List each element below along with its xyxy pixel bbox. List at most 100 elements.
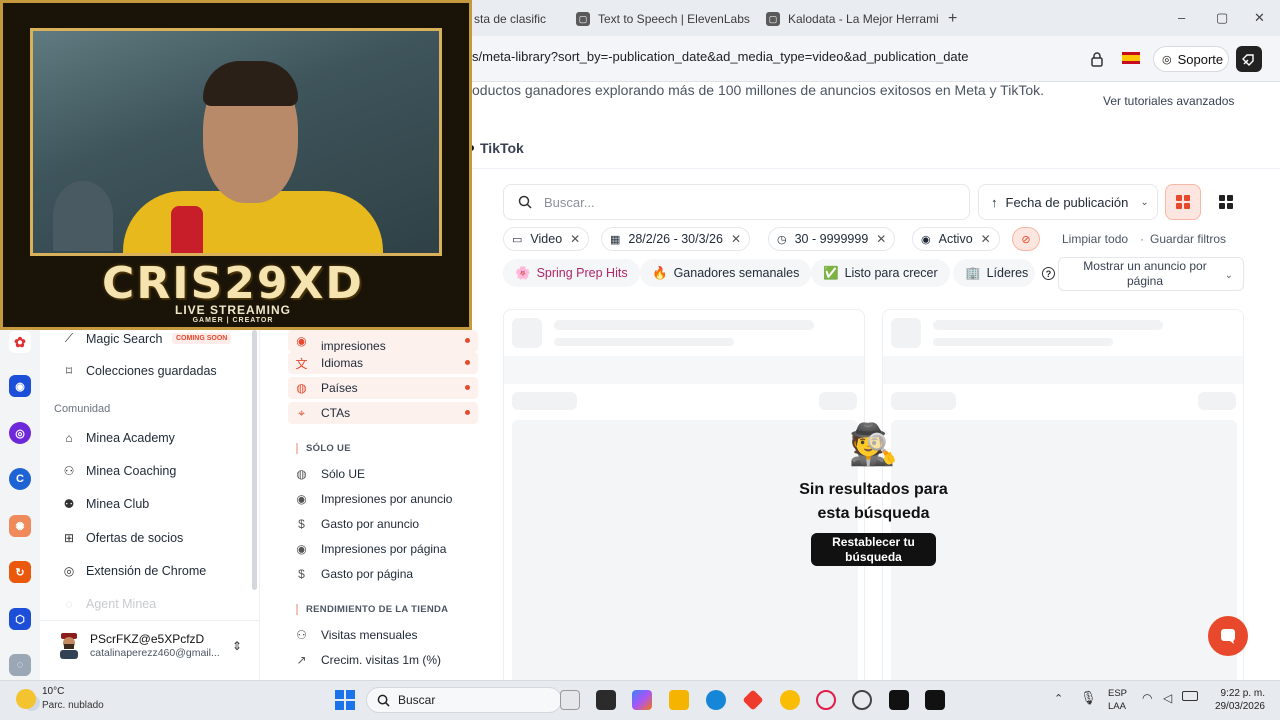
chrome-taskbar-icon[interactable]	[780, 690, 800, 710]
close-icon[interactable]: ✕	[570, 232, 580, 246]
app-icon-eye[interactable]: ◉	[9, 375, 31, 397]
rocket-app-icon[interactable]	[925, 690, 945, 710]
sidebar-item-magic-search[interactable]: ⟋ Magic Search	[62, 331, 163, 346]
close-icon[interactable]: ✕	[876, 232, 886, 246]
sidebar-item-agent[interactable]: ◌ Agent Minea	[62, 597, 156, 611]
sort-dropdown[interactable]: ↑ Fecha de publicación ⌄	[978, 184, 1158, 220]
help-icon[interactable]: ?	[1042, 267, 1055, 280]
browser-tab-kalodata[interactable]: ▢ Kalodata - La Mejor Herrami	[766, 6, 939, 32]
app-icon-purple[interactable]: ◎	[9, 422, 31, 444]
list-view-button[interactable]	[1208, 184, 1244, 220]
microphone-tray-icon[interactable]: 🎙	[1080, 690, 1097, 706]
filter-eu-only[interactable]: ◍ Sólo UE	[294, 467, 365, 481]
chevron-up-icon[interactable]: ⌃	[1054, 692, 1063, 705]
new-tab-button[interactable]: +	[948, 6, 957, 32]
chat-support-button[interactable]	[1208, 616, 1248, 656]
quick-filter-growth[interactable]: ✅ Listo para crecer	[811, 259, 950, 287]
tab-tiktok[interactable]: TikTok	[468, 140, 524, 156]
filter-chip-days[interactable]: ◷ 30 - 9999999 ✕	[768, 227, 896, 251]
filter-chip-video[interactable]: ▭ Video ✕	[503, 227, 590, 251]
app-icon-red[interactable]: ✿	[9, 331, 31, 353]
keyboard-layout[interactable]: LAA	[1108, 701, 1126, 712]
search-input[interactable]: Buscar...	[503, 184, 970, 220]
language-indicator[interactable]: ESP	[1108, 688, 1127, 699]
dollar-icon: $	[298, 517, 305, 531]
video-icon: ▭	[512, 233, 523, 246]
app-icon-shield[interactable]: ⬡	[9, 608, 31, 630]
per-page-dropdown[interactable]: Mostrar un anuncio por página ⌄	[1058, 257, 1244, 291]
sidebar-item-chrome-extension[interactable]: ◎ Extensión de Chrome	[62, 564, 206, 578]
minimize-button[interactable]: –	[1178, 10, 1185, 25]
filter-languages[interactable]: 文 Idiomas	[288, 352, 478, 374]
filter-ctas[interactable]: ⌖ CTAs	[288, 402, 478, 424]
taskbar-search[interactable]: Buscar	[366, 687, 562, 713]
filter-spend-per-page[interactable]: $ Gasto por página	[294, 567, 413, 581]
tutorials-link[interactable]: Ver tutoriales avanzados	[1103, 94, 1234, 108]
app-icon-refresh[interactable]: ↻	[9, 561, 31, 583]
edge-icon[interactable]	[706, 690, 726, 710]
sidebar-item-label: Colecciones guardadas	[86, 364, 217, 378]
spain-flag-icon[interactable]	[1122, 52, 1140, 64]
sidebar-item-collections[interactable]: ⌑ Colecciones guardadas	[62, 364, 217, 378]
filter-chip-status[interactable]: ◉ Activo ✕	[912, 227, 1000, 251]
sidebar-item-academy[interactable]: ⌂ Minea Academy	[62, 431, 175, 445]
quick-filter-spring[interactable]: 🌸 Spring Prep Hits	[503, 259, 640, 287]
filter-impressions-per-ad[interactable]: ◉ Impresiones por anuncio	[294, 492, 452, 506]
sidebar-item-label: Minea Academy	[86, 431, 175, 445]
close-icon[interactable]: ✕	[731, 232, 741, 246]
close-window-button[interactable]: ✕	[1254, 10, 1265, 26]
store-icon[interactable]	[596, 690, 616, 710]
weather-icon[interactable]	[16, 689, 36, 709]
app-icon-more[interactable]: ◌	[9, 654, 31, 676]
eye-icon: ◉	[296, 492, 307, 506]
browser-tab-elevenlabs[interactable]: ▢ Text to Speech | ElevenLabs	[576, 6, 750, 32]
filter-impressions-per-page[interactable]: ◉ Impresiones por página	[294, 542, 446, 556]
extension-rocket-icon[interactable]	[1236, 46, 1262, 72]
app-icon-sun[interactable]: ✺	[9, 515, 31, 537]
clear-all-link[interactable]: Limpiar todo	[1062, 232, 1128, 246]
support-button[interactable]: ◎ Soporte	[1153, 46, 1229, 72]
opera-icon[interactable]	[816, 690, 836, 710]
copilot-icon[interactable]	[632, 690, 652, 710]
file-explorer-icon[interactable]	[669, 690, 689, 710]
filter-impressions[interactable]: ◉ impresiones	[288, 330, 478, 353]
sidebar-scrollbar[interactable]	[252, 330, 257, 590]
date[interactable]: 29/03/2026	[1190, 701, 1265, 712]
sidebar-item-club[interactable]: ⚉ Minea Club	[62, 497, 150, 511]
filter-spend-per-ad[interactable]: $ Gasto por anuncio	[294, 517, 419, 531]
windows-start-icon[interactable]	[335, 690, 355, 710]
avatar[interactable]	[58, 633, 80, 659]
grid-view-button[interactable]	[1165, 184, 1201, 220]
reset-search-button[interactable]: Restablecer tu búsqueda	[811, 533, 936, 566]
save-filters-link[interactable]: Guardar filtros	[1150, 232, 1226, 246]
weather-temperature[interactable]: 10°C	[42, 686, 64, 697]
volume-icon[interactable]: ◁	[1163, 691, 1172, 705]
filter-monthly-visits[interactable]: ⚇ Visitas mensuales	[294, 628, 417, 642]
sidebar-item-partners[interactable]: ⊞ Ofertas de socios	[62, 531, 183, 545]
obs-icon[interactable]	[852, 690, 872, 710]
browser-tab-1[interactable]: sta de clasific	[474, 6, 546, 32]
sidebar-item-label: Minea Club	[86, 497, 150, 511]
close-icon[interactable]: ✕	[981, 232, 991, 246]
arrow-up-icon: ↑	[991, 194, 998, 210]
app-icon-c[interactable]: C	[9, 468, 31, 490]
url-field[interactable]: s/meta-library?sort_by=-publication_date…	[472, 49, 969, 64]
sidebar-item-coaching[interactable]: ⚇ Minea Coaching	[62, 464, 177, 478]
wifi-icon[interactable]: ◠	[1142, 691, 1152, 705]
filter-chip-date[interactable]: ▦ 28/2/26 - 30/3/26 ✕	[601, 227, 750, 251]
lock-icon[interactable]	[1090, 51, 1104, 72]
pill-label: Líderes	[986, 266, 1029, 280]
filter-label: Impresiones por página	[321, 542, 447, 556]
chevron-updown-icon[interactable]: ⇕	[232, 639, 242, 653]
audio-app-icon[interactable]	[889, 690, 909, 710]
task-view-icon[interactable]	[560, 690, 580, 710]
quick-filter-leaders[interactable]: 🏢 Líderes	[953, 259, 1035, 287]
clock[interactable]: 9:22 p. m.	[1190, 688, 1265, 699]
filter-countries[interactable]: ◍ Países	[288, 377, 478, 399]
quick-filter-weekly[interactable]: 🔥 Ganadores semanales	[640, 259, 812, 287]
bookmark-icon: ⌑	[65, 364, 73, 378]
maximize-button[interactable]: ▢	[1216, 10, 1228, 26]
filter-visits-growth[interactable]: ↗ Crecim. visitas 1m (%)	[294, 653, 441, 667]
weather-description[interactable]: Parc. nublado	[42, 700, 104, 711]
hide-filter-button[interactable]: ⊘	[1012, 227, 1040, 251]
